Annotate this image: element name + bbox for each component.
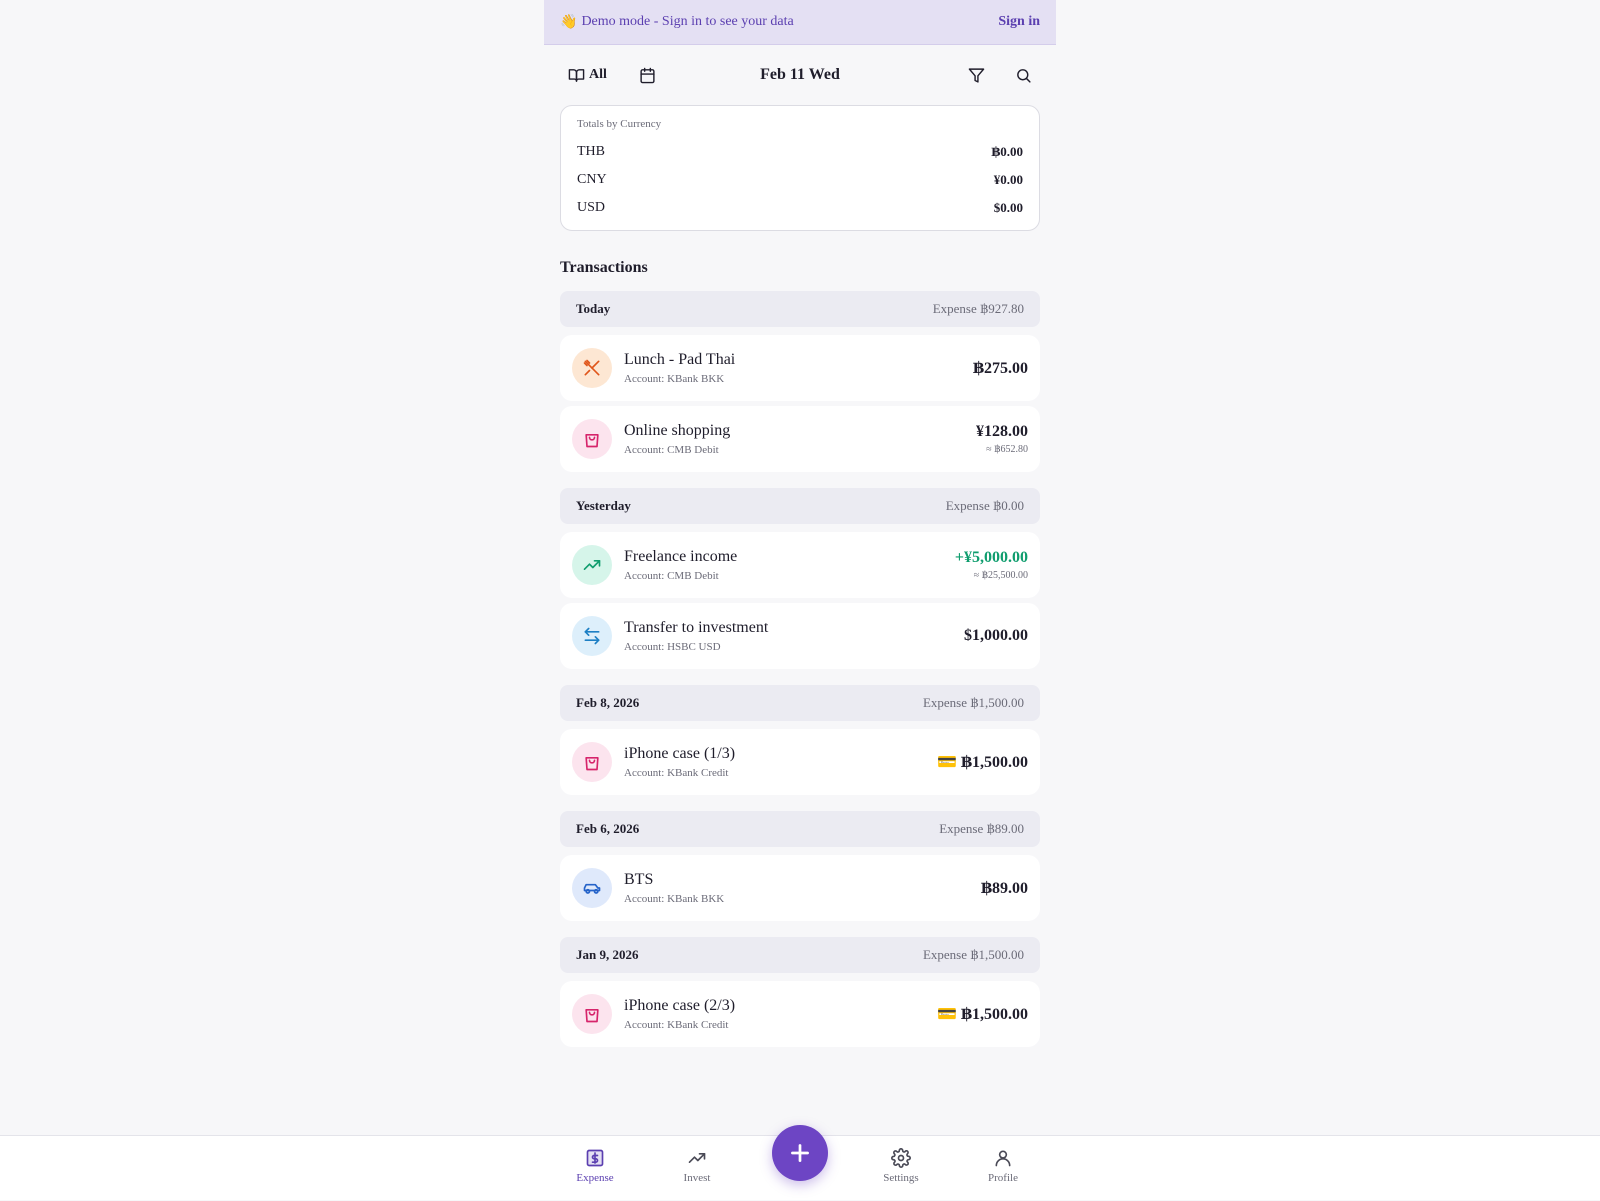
trending-up-icon xyxy=(572,545,612,585)
shopping-bag-icon xyxy=(572,419,612,459)
all-label: All xyxy=(589,67,607,82)
transaction-row[interactable]: Online shopping Account: CMB Debit ¥128.… xyxy=(560,406,1040,472)
totals-card: Totals by Currency THB ฿0.00 CNY ¥0.00 U… xyxy=(560,105,1040,231)
shopping-bag-icon xyxy=(572,994,612,1034)
nav-expense[interactable]: Expense xyxy=(560,1148,630,1184)
transaction-row[interactable]: iPhone case (2/3) Account: KBank Credit … xyxy=(560,981,1040,1047)
calendar-icon xyxy=(640,67,655,83)
filter-button[interactable] xyxy=(968,67,985,84)
add-transaction-button[interactable] xyxy=(772,1125,828,1181)
nav-invest[interactable]: Invest xyxy=(662,1148,732,1184)
shopping-bag-icon xyxy=(572,742,612,782)
utensils-icon xyxy=(572,348,612,388)
demo-banner: 👋 Demo mode - Sign in to see your data S… xyxy=(544,0,1056,45)
filter-icon xyxy=(968,67,985,83)
group-header-feb-8: Feb 8, 2026 Expense ฿1,500.00 xyxy=(560,685,1040,721)
search-button[interactable] xyxy=(1015,67,1032,84)
trending-up-icon xyxy=(688,1153,706,1163)
transaction-row[interactable]: Transfer to investment Account: HSBC USD… xyxy=(560,603,1040,669)
transaction-row[interactable]: Lunch - Pad Thai Account: KBank BKK ฿275… xyxy=(560,335,1040,401)
transaction-row[interactable]: iPhone case (1/3) Account: KBank Credit … xyxy=(560,729,1040,795)
car-icon xyxy=(572,868,612,908)
calendar-button[interactable] xyxy=(639,67,656,84)
nav-settings[interactable]: Settings xyxy=(866,1148,936,1184)
transaction-row[interactable]: Freelance income Account: CMB Debit +¥5,… xyxy=(560,532,1040,598)
transactions-title: Transactions xyxy=(560,259,648,276)
totals-row-cny: CNY ¥0.00 xyxy=(577,172,1023,187)
transfer-icon xyxy=(572,616,612,656)
gear-icon xyxy=(891,1148,911,1168)
user-icon xyxy=(995,1150,1011,1167)
app-container: 👋 Demo mode - Sign in to see your data S… xyxy=(544,0,1056,1135)
dollar-square-icon xyxy=(586,1149,604,1167)
group-header-feb-6: Feb 6, 2026 Expense ฿89.00 xyxy=(560,811,1040,847)
book-filter-button[interactable]: All xyxy=(568,67,607,84)
group-header-yesterday: Yesterday Expense ฿0.00 xyxy=(560,488,1040,524)
totals-row-thb: THB ฿0.00 xyxy=(577,144,1023,159)
plus-icon xyxy=(791,1144,809,1162)
current-date[interactable]: Feb 11 Wed xyxy=(760,66,840,84)
book-icon xyxy=(568,68,585,82)
wave-icon: 👋 xyxy=(560,14,578,30)
top-header: All Feb 11 Wed xyxy=(544,45,1056,105)
demo-text: Demo mode - Sign in to see your data xyxy=(581,14,794,29)
transaction-row[interactable]: BTS Account: KBank BKK ฿89.00 xyxy=(560,855,1040,921)
bottom-nav: Expense Invest Settings Profile xyxy=(0,1125,1600,1200)
search-icon xyxy=(1017,68,1031,83)
totals-row-usd: USD $0.00 xyxy=(577,200,1023,215)
nav-profile[interactable]: Profile xyxy=(968,1148,1038,1184)
group-header-jan-9: Jan 9, 2026 Expense ฿1,500.00 xyxy=(560,937,1040,973)
totals-title: Totals by Currency xyxy=(577,118,662,130)
sign-in-link[interactable]: Sign in xyxy=(998,14,1040,30)
group-header-today: Today Expense ฿927.80 xyxy=(560,291,1040,327)
